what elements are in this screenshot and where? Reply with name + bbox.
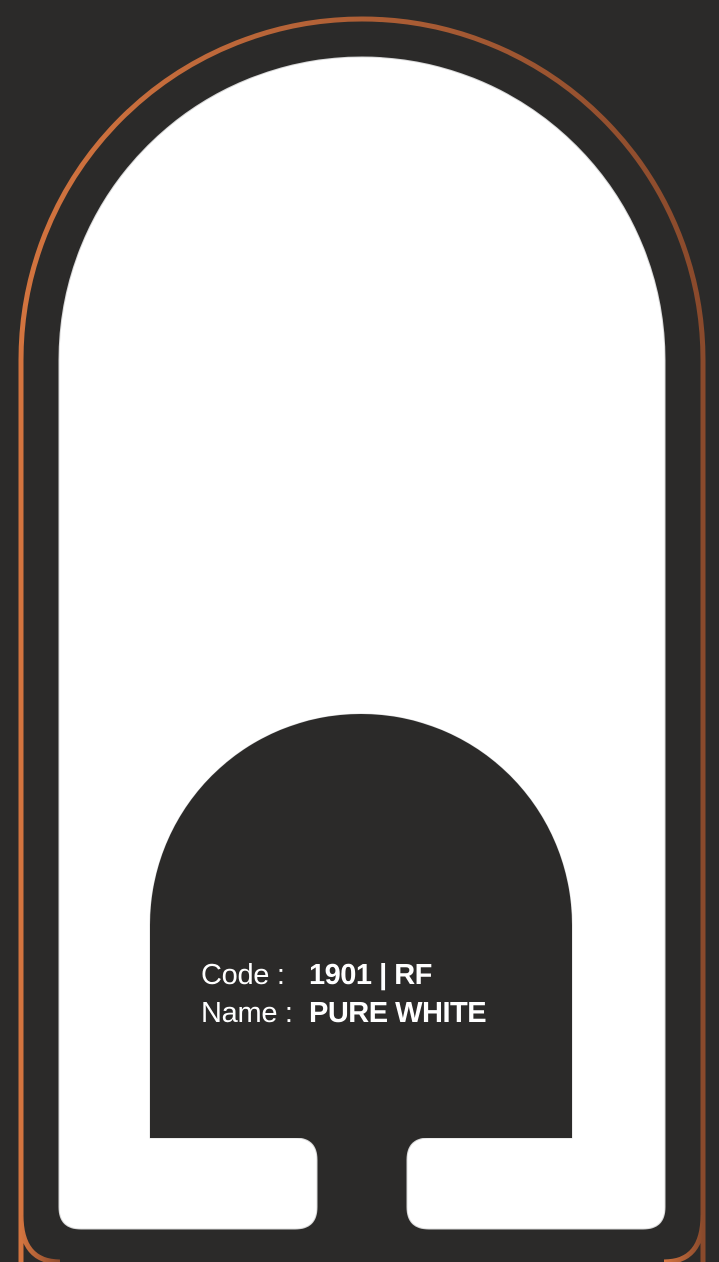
arch-frame-bottom-right-corner — [663, 1214, 706, 1262]
code-label: Code : — [201, 959, 285, 991]
code-value: 1901 | RF — [309, 959, 432, 991]
name-value: PURE WHITE — [309, 997, 487, 1029]
swatch-card-art — [18, 16, 706, 1262]
code-row: Code : 1901 | RF — [201, 956, 486, 994]
swatch-info: Code : 1901 | RF Name : PURE WHITE — [201, 956, 487, 1032]
arch-frame-bottom-left-corner — [18, 1214, 61, 1262]
name-row: Name : PURE WHITE — [201, 994, 487, 1032]
label-panel — [150, 714, 572, 1138]
name-label: Name : — [201, 997, 293, 1029]
